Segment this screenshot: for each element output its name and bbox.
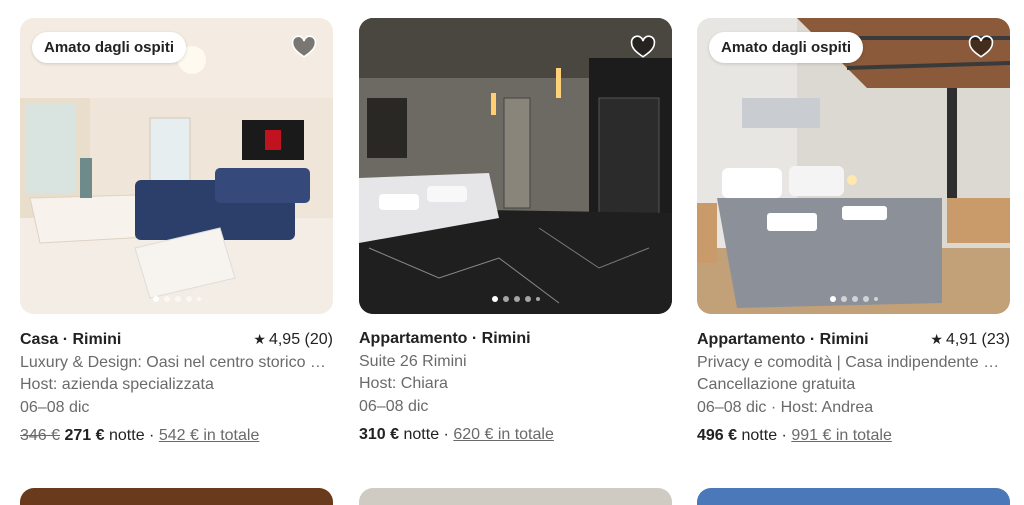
nightly-price: 496 € <box>697 427 738 444</box>
star-icon: ★ <box>253 331 266 347</box>
listing-title: Casa · Rimini <box>20 331 122 348</box>
heart-icon[interactable] <box>630 34 656 60</box>
carousel-dot[interactable] <box>185 296 192 302</box>
star-icon: ★ <box>930 331 943 347</box>
listing-card[interactable]: Amato dagli ospiti Casa · Rimini ★ 4,95 (… <box>20 18 333 448</box>
listing-description: Suite 26 Rimini <box>359 352 467 370</box>
carousel-dot[interactable] <box>524 296 531 302</box>
listing-info: Casa · Rimini ★ 4,95 (20) Luxury & Design… <box>20 328 333 448</box>
carousel-dot[interactable] <box>174 296 181 302</box>
price-separator: · <box>781 427 787 444</box>
listing-host: Host: Chiara <box>359 375 448 392</box>
carousel-dot[interactable] <box>196 297 201 301</box>
listing-card[interactable]: Appartamento · Rimini Suite 26 Rimini Ho… <box>359 18 672 447</box>
rating-value: 4,91 (23) <box>945 331 1010 348</box>
carousel-dot[interactable] <box>840 296 847 302</box>
next-listing-photo[interactable] <box>359 488 672 505</box>
listing-cancellation: Cancellazione gratuita <box>697 376 856 393</box>
price-separator: · <box>149 427 155 444</box>
listing-card[interactable]: Amato dagli ospiti Appartamento · Rimini… <box>697 18 1010 448</box>
price-separator: · <box>443 426 449 443</box>
carousel-dot[interactable] <box>829 296 836 302</box>
listing-photo[interactable]: Amato dagli ospiti <box>20 18 333 314</box>
listing-info: Appartamento · Rimini ★ 4,91 (23) Privacy… <box>697 328 1010 448</box>
listing-title: Appartamento · Rimini <box>697 331 869 348</box>
carousel-dot[interactable] <box>163 296 170 302</box>
nightly-price: 310 € <box>359 426 400 443</box>
carousel-dot[interactable] <box>873 297 878 301</box>
listing-dates: 06–08 dic <box>20 398 90 416</box>
listing-dates: 06–08 dic <box>359 397 429 415</box>
guest-favorite-badge: Amato dagli ospiti <box>32 32 187 63</box>
per-night-label: notte <box>403 426 440 443</box>
carousel-dots[interactable] <box>491 296 540 302</box>
heart-icon[interactable] <box>968 34 994 60</box>
listing-dates-host: 06–08 dic · Host: Andrea <box>697 398 874 416</box>
next-listing-photo[interactable] <box>697 488 1010 505</box>
original-price: 346 € <box>20 427 61 444</box>
per-night-label: notte <box>109 427 145 444</box>
listing-rating: ★ 4,91 (23) <box>930 328 1010 352</box>
guest-favorite-badge: Amato dagli ospiti <box>709 32 864 63</box>
listing-description: Luxury & Design: Oasi nel centro storico… <box>20 353 326 371</box>
listing-info: Appartamento · Rimini Suite 26 Rimini Ho… <box>359 328 672 447</box>
carousel-dot[interactable] <box>152 296 159 302</box>
listing-host: Host: azienda specializzata <box>20 376 214 393</box>
listing-rating: ★ 4,95 (20) <box>253 328 333 352</box>
listing-photo[interactable]: Amato dagli ospiti <box>697 18 1010 314</box>
per-night-label: notte <box>741 427 778 444</box>
discounted-price: 271 € <box>64 427 105 444</box>
total-price-link[interactable]: 542 € in totale <box>159 427 260 444</box>
listing-price: 310 € notte · 620 € in totale <box>359 424 672 447</box>
carousel-dots[interactable] <box>829 296 878 302</box>
carousel-dot[interactable] <box>502 296 509 302</box>
heart-icon[interactable] <box>291 34 317 60</box>
suite-bedroom-image <box>359 18 672 314</box>
next-listing-photo[interactable] <box>20 488 333 505</box>
listing-price: 346 € 271 € notte · 542 € in totale <box>20 425 333 448</box>
listing-photo[interactable] <box>359 18 672 314</box>
carousel-dot[interactable] <box>851 296 858 302</box>
rating-value: 4,95 (20) <box>268 331 333 348</box>
listing-description: Privacy e comodità | Casa indipendente … <box>697 353 1000 371</box>
carousel-dot[interactable] <box>491 296 498 302</box>
listing-title: Appartamento · Rimini <box>359 330 531 347</box>
total-price-link[interactable]: 620 € in totale <box>453 426 554 443</box>
carousel-dot[interactable] <box>862 296 869 302</box>
carousel-dot[interactable] <box>535 297 540 301</box>
listing-price: 496 € notte · 991 € in totale <box>697 425 1010 448</box>
total-price-link[interactable]: 991 € in totale <box>791 427 892 444</box>
carousel-dots[interactable] <box>152 296 201 302</box>
carousel-dot[interactable] <box>513 296 520 302</box>
